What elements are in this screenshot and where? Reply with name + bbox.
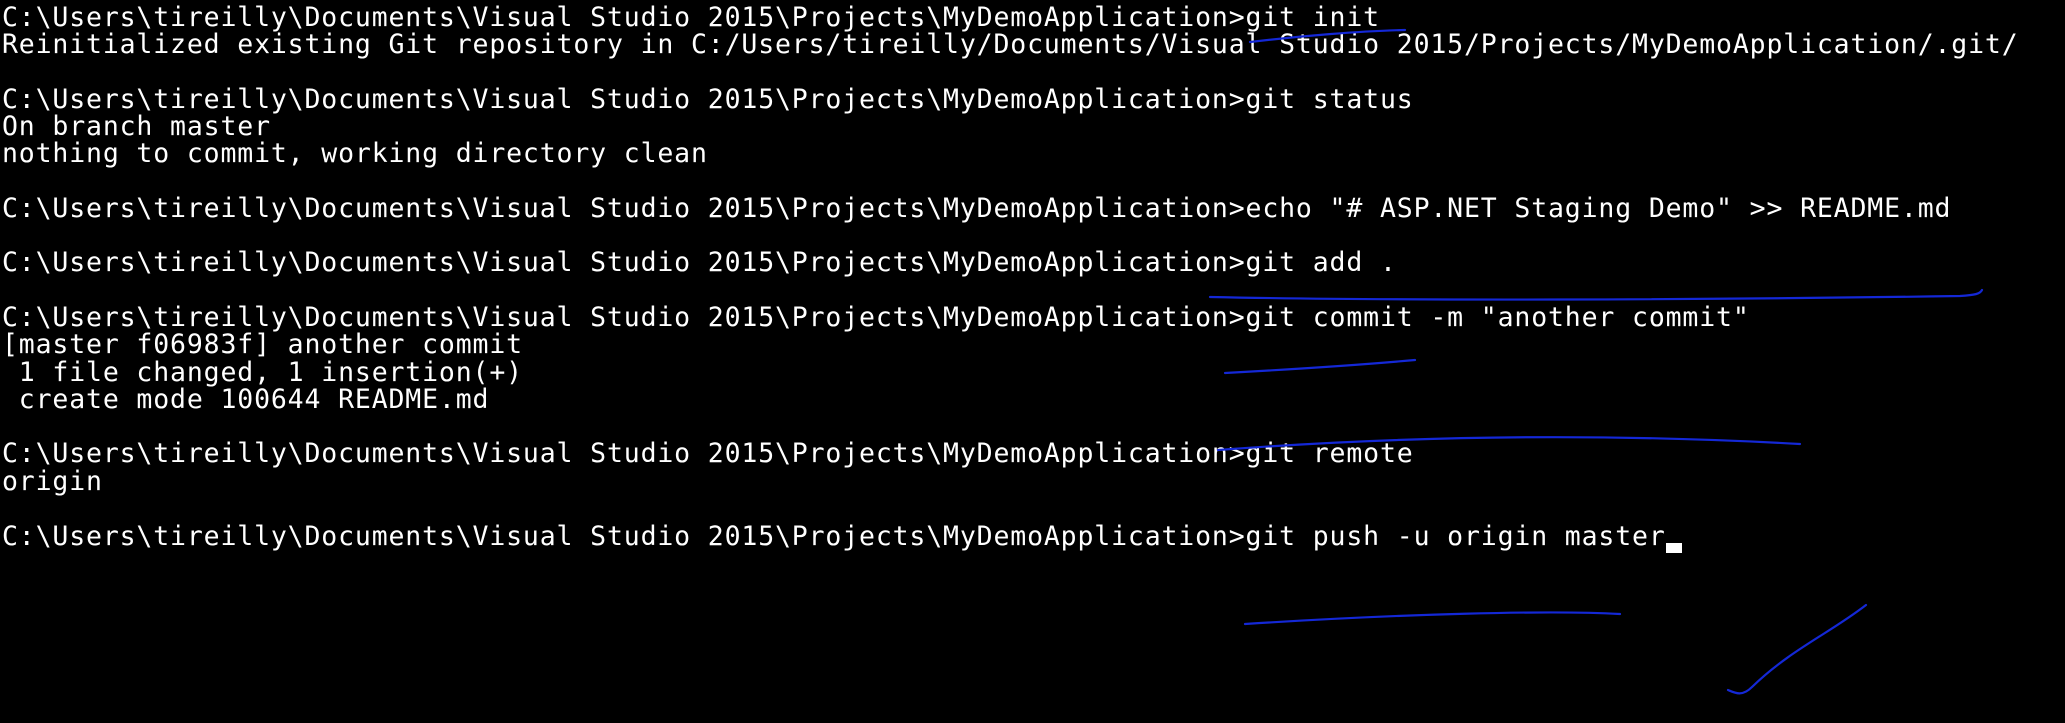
output-reinitialized: Reinitialized existing Git repository in… xyxy=(2,29,2019,60)
prompt-git-push: C:\Users\tireilly\Documents\Visual Studi… xyxy=(2,521,1666,552)
output-origin: origin xyxy=(2,466,103,497)
output-create-mode: create mode 100644 README.md xyxy=(2,384,490,415)
underline-echo xyxy=(1208,288,1984,301)
output-nothing-to-commit: nothing to commit, working directory cle… xyxy=(2,138,708,169)
text-cursor xyxy=(1665,543,1682,553)
prompt-git-add: C:\Users\tireilly\Documents\Visual Studi… xyxy=(2,247,1397,278)
checkmark-icon xyxy=(1726,603,1868,695)
prompt-line-current[interactable]: C:\Users\tireilly\Documents\Visual Studi… xyxy=(2,519,1682,555)
prompt-echo-readme: C:\Users\tireilly\Documents\Visual Studi… xyxy=(2,193,1952,224)
underline-git-add xyxy=(1223,358,1417,375)
terminal-window[interactable]: C:\Users\tireilly\Documents\Visual Studi… xyxy=(0,0,2065,723)
prompt-git-remote: C:\Users\tireilly\Documents\Visual Studi… xyxy=(2,438,1414,469)
underline-git-remote xyxy=(1243,611,1622,626)
